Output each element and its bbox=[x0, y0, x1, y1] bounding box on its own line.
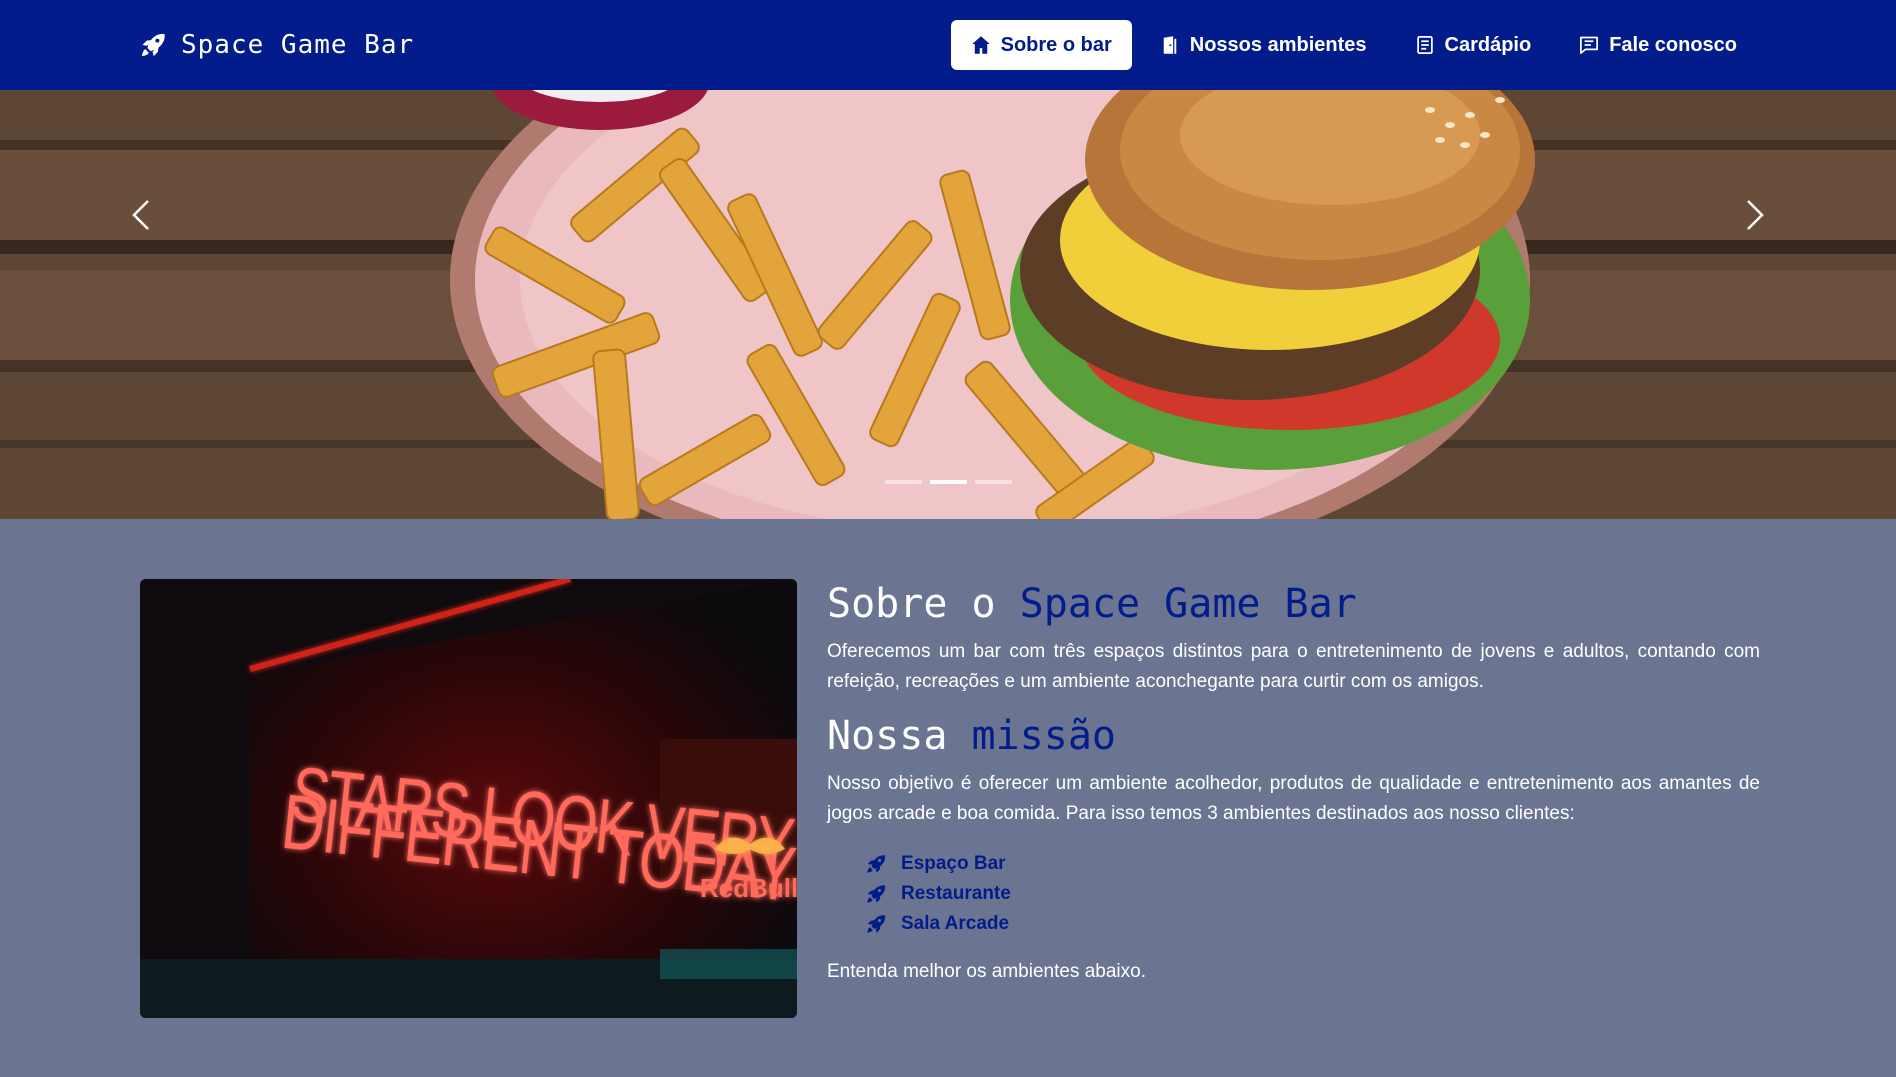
environment-item-sala-arcade[interactable]: Sala Arcade bbox=[865, 909, 1760, 939]
carousel-next-button[interactable] bbox=[1734, 185, 1774, 245]
environment-label: Espaço Bar bbox=[901, 853, 1006, 874]
navbar: Space Game Bar Sobre o bar Nossos ambien… bbox=[0, 0, 1896, 90]
carousel-prev-button[interactable] bbox=[122, 185, 162, 245]
nav-item-label: Nossos ambientes bbox=[1189, 33, 1367, 56]
carousel-indicator-3[interactable] bbox=[974, 480, 1012, 484]
about-neon-image: STARS LOOK VERY DIFFERENT TODAY RedBull bbox=[140, 579, 797, 1018]
carousel-indicators bbox=[0, 480, 1896, 484]
carousel-slide-image bbox=[0, 90, 1896, 519]
rocket-icon bbox=[141, 33, 165, 57]
redbull-neon-logo: RedBull bbox=[700, 873, 797, 903]
environment-label: Restaurante bbox=[901, 883, 1011, 904]
about-closing-text: Entenda melhor os ambientes abaixo. bbox=[827, 961, 1146, 982]
nav-item-label: Fale conosco bbox=[1609, 33, 1737, 56]
menu-card-icon bbox=[1416, 36, 1433, 54]
environment-item-restaurante[interactable]: Restaurante bbox=[865, 879, 1760, 909]
nav-item-nossos-ambientes[interactable]: Nossos ambientes bbox=[1140, 20, 1387, 70]
chevron-left-icon bbox=[132, 200, 149, 230]
house-icon bbox=[971, 36, 990, 54]
brand-link[interactable]: Space Game Bar bbox=[139, 0, 414, 90]
hero-carousel bbox=[0, 90, 1896, 519]
environments-list: Espaço Bar Restaurante Sala Arcade bbox=[827, 849, 1760, 939]
rocket-icon bbox=[867, 855, 886, 873]
brand-name: Space Game Bar bbox=[181, 30, 415, 60]
nav-item-fale-conosco[interactable]: Fale conosco bbox=[1559, 20, 1757, 70]
mission-title-accent: missão bbox=[971, 713, 1117, 759]
about-title: Sobre o Space Game Bar bbox=[827, 579, 1760, 629]
nav-item-label: Cardápio bbox=[1444, 33, 1532, 56]
mission-text: Nosso objetivo é oferecer um ambiente ac… bbox=[827, 773, 1760, 824]
about-title-prefix: Sobre o bbox=[827, 581, 1020, 627]
environment-label: Sala Arcade bbox=[901, 913, 1010, 934]
chevron-right-icon bbox=[1747, 200, 1764, 230]
rocket-icon bbox=[867, 915, 886, 933]
about-section: Sobre o Space Game Bar Oferecemos um bar… bbox=[827, 579, 1760, 987]
environment-item-espaco-bar[interactable]: Espaço Bar bbox=[865, 849, 1760, 879]
main-nav: Sobre o bar Nossos ambientes Cardápio Fa… bbox=[950, 0, 1757, 90]
about-title-accent: Space Game Bar bbox=[1019, 581, 1357, 627]
rocket-icon bbox=[867, 885, 886, 903]
about-description: Oferecemos um bar com três espaços disti… bbox=[827, 641, 1760, 692]
nav-item-cardapio[interactable]: Cardápio bbox=[1395, 20, 1552, 70]
mission-title: Nossa missão bbox=[827, 711, 1760, 761]
carousel-indicator-2[interactable] bbox=[929, 480, 967, 484]
carousel-indicator-1[interactable] bbox=[884, 480, 922, 484]
neon-sign-photo: STARS LOOK VERY DIFFERENT TODAY RedBull bbox=[140, 579, 797, 1018]
door-icon bbox=[1163, 36, 1177, 54]
nav-item-sobre-o-bar[interactable]: Sobre o bar bbox=[950, 20, 1132, 70]
chat-icon bbox=[1580, 36, 1599, 54]
mission-title-prefix: Nossa bbox=[827, 713, 972, 759]
nav-item-label: Sobre o bar bbox=[1000, 33, 1112, 56]
